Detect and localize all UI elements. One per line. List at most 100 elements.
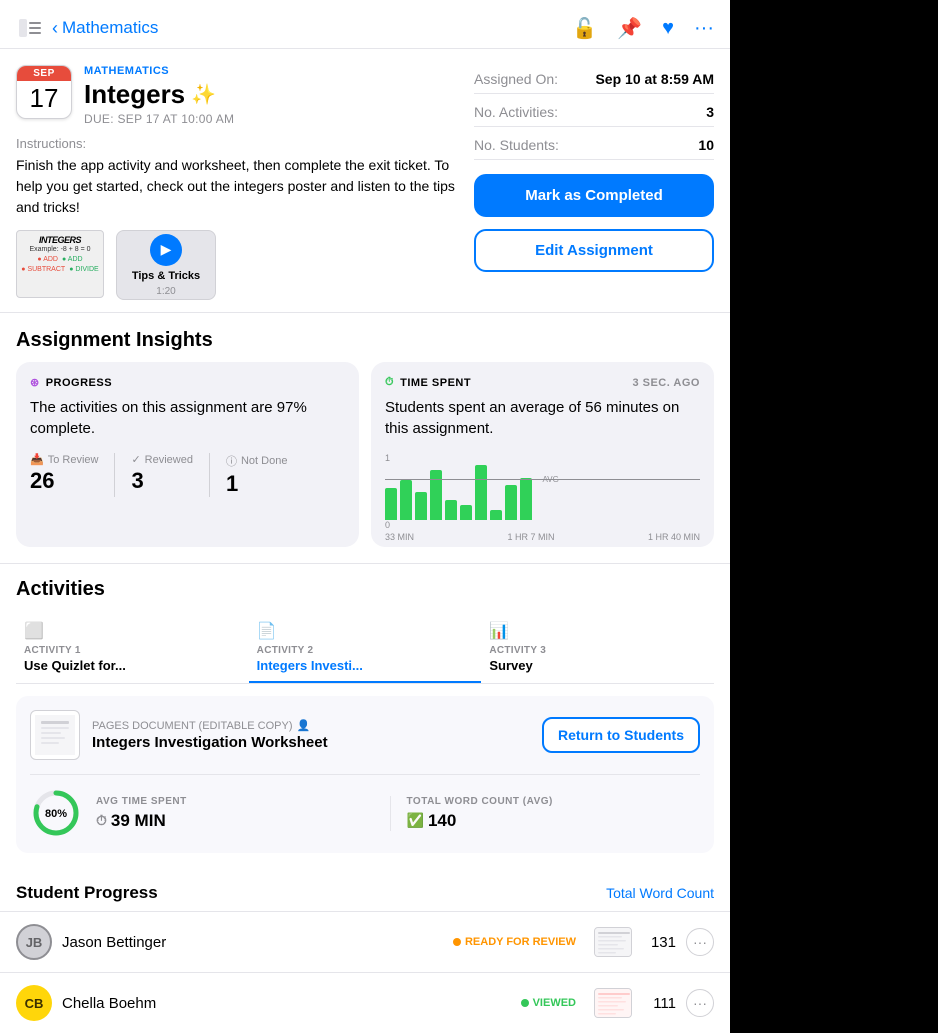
check-circle-icon: ✅ — [407, 812, 424, 829]
assignment-top: SEP 17 MATHEMATICS Integers ✨ DUE: SEP 1… — [0, 49, 730, 313]
students-row: No. Students: 10 — [474, 131, 714, 160]
right-section: Assigned On: Sep 10 at 8:59 AM No. Activ… — [474, 65, 714, 300]
insights-title: Assignment Insights — [0, 313, 730, 362]
y-label-1: 1 — [385, 453, 390, 463]
bar-4 — [430, 470, 442, 520]
chevron-left-icon: ‹ — [52, 18, 58, 39]
student-doc-cb[interactable] — [594, 988, 632, 1018]
assignment-title: Integers ✨ — [84, 79, 234, 110]
left-section: SEP 17 MATHEMATICS Integers ✨ DUE: SEP 1… — [16, 65, 458, 300]
right-black-panel — [730, 0, 938, 982]
bar-1 — [385, 488, 397, 520]
activity-doc-row: PAGES DOCUMENT (EDITABLE COPY) 👤 Integer… — [30, 710, 700, 760]
student-name-cb: Chella Boehm — [62, 995, 503, 1012]
assignment-insights-section: Assignment Insights ⊛ PROGRESS The activ… — [0, 313, 730, 563]
cal-month: SEP — [17, 66, 71, 81]
header-left: ‹ Mathematics — [16, 14, 572, 42]
stat-divider-2 — [209, 453, 210, 497]
pages-icon: 📄 — [257, 621, 474, 641]
avatar-jb: JB — [16, 924, 52, 960]
cal-day: 17 — [17, 81, 71, 118]
status-badge-cb: VIEWED — [513, 993, 584, 1013]
more-button-jb[interactable]: ··· — [686, 928, 714, 956]
student-progress-title: Student Progress — [16, 883, 158, 903]
edit-assignment-button[interactable]: Edit Assignment — [474, 229, 714, 272]
activity-tab-1[interactable]: ⬜ ACTIVITY 1 Use Quizlet for... — [16, 611, 249, 683]
more-button-cb[interactable]: ··· — [686, 989, 714, 1017]
insights-grid: ⊛ PROGRESS The activities on this assign… — [0, 362, 730, 563]
reviewed-value: 3 — [131, 468, 193, 494]
bar-8 — [490, 510, 502, 520]
avg-time-label: AVG TIME SPENT — [96, 796, 374, 807]
svg-text:80%: 80% — [45, 808, 67, 820]
activity-tab-2[interactable]: 📄 ACTIVITY 2 Integers Investi... — [249, 611, 482, 683]
progress-stats: 📥 To Review 26 ✓ Reviewed 3 — [30, 453, 345, 497]
activity-content: PAGES DOCUMENT (EDITABLE COPY) 👤 Integer… — [16, 696, 714, 853]
student-progress-section: Student Progress Total Word Count JB Jas… — [0, 869, 730, 1033]
assigned-on-row: Assigned On: Sep 10 at 8:59 AM — [474, 65, 714, 94]
time-header: ⏱ TIME SPENT 3 sec. ago — [385, 376, 700, 389]
survey-icon: 📊 — [489, 621, 706, 641]
quizlet-icon: ⬜ — [24, 621, 241, 641]
activities-section: Activities ⬜ ACTIVITY 1 Use Quizlet for.… — [0, 563, 730, 869]
instructions-label: Instructions: — [16, 136, 458, 151]
doc-type: PAGES DOCUMENT (EDITABLE COPY) 👤 — [92, 719, 530, 732]
to-review-stat: 📥 To Review 26 — [30, 453, 98, 497]
lock-icon[interactable]: 🔓 — [572, 16, 597, 41]
video-duration: 1:20 — [156, 286, 175, 297]
word-count-cb: 111 — [642, 995, 676, 1012]
inbox-icon: 📥 — [30, 453, 44, 466]
total-word-count-link[interactable]: Total Word Count — [606, 885, 714, 901]
tips-tricks-thumb[interactable]: ▶ Tips & Tricks 1:20 — [116, 230, 216, 300]
pin-icon[interactable]: 📌 — [617, 16, 642, 41]
bar-10 — [520, 478, 532, 520]
bar-6 — [460, 505, 472, 520]
back-button[interactable]: ‹ Mathematics — [52, 18, 158, 39]
stat-divider-1 — [114, 453, 115, 497]
mark-completed-button[interactable]: Mark as Completed — [474, 174, 714, 217]
activities-label: No. Activities: — [474, 104, 558, 120]
student-name-jb: Jason Bettinger — [62, 934, 435, 951]
to-review-value: 26 — [30, 468, 98, 494]
word-count-jb: 131 — [642, 934, 676, 951]
return-to-students-button[interactable]: Return to Students — [542, 717, 700, 753]
assignment-info: MATHEMATICS Integers ✨ DUE: SEP 17 AT 10… — [84, 65, 234, 136]
progress-icon: ⊛ — [30, 376, 40, 389]
integers-poster-thumb[interactable]: INTEGERS Example: -8 + 8 = 0 ● ADD ● ADD… — [16, 230, 104, 298]
time-label: TIME SPENT — [400, 377, 471, 389]
progress-header: ⊛ PROGRESS — [30, 376, 345, 389]
activity-metrics: 80% AVG TIME SPENT ⏱ 39 MIN TOTAL WORD C… — [30, 774, 700, 839]
play-button[interactable]: ▶ — [150, 234, 182, 266]
students-value: 10 — [698, 137, 714, 153]
activities-title: Activities — [16, 564, 714, 611]
header: ‹ Mathematics 🔓 📌 ♥ ··· — [0, 0, 730, 49]
not-done-value: 1 — [226, 471, 287, 497]
bar-7 — [475, 465, 487, 520]
time-ago: 3 sec. ago — [632, 377, 700, 389]
activities-row: No. Activities: 3 — [474, 98, 714, 127]
bar-2 — [400, 480, 412, 520]
student-progress-header: Student Progress Total Word Count — [0, 869, 730, 911]
header-icons: 🔓 📌 ♥ ··· — [572, 16, 714, 41]
doc-thumbnail — [30, 710, 80, 760]
chart-labels: 33 MIN 1 HR 7 MIN 1 HR 40 MIN — [385, 532, 700, 542]
not-done-stat: ⓘ Not Done 1 — [226, 453, 287, 497]
doc-info: PAGES DOCUMENT (EDITABLE COPY) 👤 Integer… — [92, 719, 530, 751]
sparkle-icon: ✨ — [191, 82, 216, 107]
activity-tab-3[interactable]: 📊 ACTIVITY 3 Survey — [481, 611, 714, 683]
bar-9 — [505, 485, 517, 520]
heart-icon[interactable]: ♥ — [662, 17, 674, 40]
time-icon: ⏱ — [385, 376, 394, 389]
bar-5 — [445, 500, 457, 520]
avatar-cb: CB — [16, 985, 52, 1021]
progress-circle: 80% — [30, 787, 82, 839]
more-icon[interactable]: ··· — [694, 17, 714, 40]
word-count-label: TOTAL WORD COUNT (AVG) — [407, 796, 685, 807]
student-doc-jb[interactable] — [594, 927, 632, 957]
time-main-text: Students spent an average of 56 minutes … — [385, 397, 700, 439]
calendar-block: SEP 17 — [16, 65, 72, 127]
word-count-block: TOTAL WORD COUNT (AVG) ✅ 140 — [391, 796, 701, 831]
status-label-cb: VIEWED — [533, 997, 576, 1009]
sidebar-toggle-button[interactable] — [16, 14, 44, 42]
subject-label: MATHEMATICS — [84, 65, 234, 77]
